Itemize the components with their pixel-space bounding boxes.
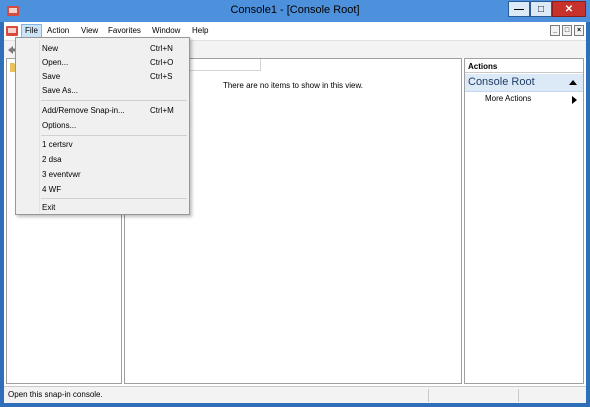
mdi-controls: _ □ × bbox=[550, 25, 584, 36]
submenu-arrow-icon bbox=[572, 96, 577, 104]
action-label: More Actions bbox=[485, 94, 532, 103]
actions-pane: Actions Console Root More Actions bbox=[464, 58, 584, 384]
mdi-close-button[interactable]: × bbox=[574, 25, 584, 36]
menu-item-label: Add/Remove Snap-in... bbox=[42, 106, 125, 115]
menu-item-shortcut: Ctrl+S bbox=[150, 72, 173, 81]
menu-item-label: 2 dsa bbox=[42, 155, 62, 164]
menu-item-save[interactable]: Save Ctrl+S bbox=[18, 70, 187, 84]
menu-item-label: 4 WF bbox=[42, 185, 62, 194]
menu-file[interactable]: File bbox=[21, 24, 42, 38]
menu-help[interactable]: Help bbox=[189, 25, 211, 39]
mmc-doc-icon[interactable] bbox=[6, 25, 18, 37]
collapse-icon[interactable] bbox=[569, 80, 577, 85]
menu-item-shortcut: Ctrl+O bbox=[150, 58, 174, 67]
maximize-button[interactable]: □ bbox=[530, 1, 552, 17]
menu-item-recent-2[interactable]: 2 dsa bbox=[18, 153, 187, 167]
menu-item-open[interactable]: Open... Ctrl+O bbox=[18, 56, 187, 70]
menu-item-shortcut: Ctrl+N bbox=[150, 44, 173, 53]
actions-section-console-root[interactable]: Console Root bbox=[465, 74, 583, 92]
menu-item-recent-4[interactable]: 4 WF bbox=[18, 183, 187, 197]
menu-item-label: Save bbox=[42, 72, 61, 81]
menu-separator bbox=[41, 198, 187, 199]
menu-item-label: 3 eventvwr bbox=[42, 170, 81, 179]
menu-item-label: Options... bbox=[42, 121, 77, 130]
menu-separator bbox=[41, 135, 187, 136]
mdi-minimize-button[interactable]: _ bbox=[550, 25, 560, 36]
action-more-actions[interactable]: More Actions bbox=[465, 94, 583, 107]
menu-item-exit[interactable]: Exit bbox=[18, 201, 187, 215]
close-button[interactable]: ✕ bbox=[552, 1, 586, 17]
status-bar: Open this snap-in console. bbox=[4, 386, 586, 403]
menu-item-recent-1[interactable]: 1 certsrv bbox=[18, 138, 187, 152]
menu-item-recent-3[interactable]: 3 eventvwr bbox=[18, 168, 187, 182]
status-divider bbox=[518, 389, 519, 402]
status-divider bbox=[428, 389, 429, 402]
minimize-button[interactable]: — bbox=[508, 1, 530, 17]
menu-item-shortcut: Ctrl+M bbox=[150, 106, 174, 115]
title-bar[interactable]: Console1 - [Console Root] — □ ✕ bbox=[0, 0, 590, 22]
file-menu-dropdown: New Ctrl+N Open... Ctrl+O Save Ctrl+S Sa… bbox=[15, 37, 190, 215]
status-text: Open this snap-in console. bbox=[8, 390, 103, 399]
mdi-restore-button[interactable]: □ bbox=[562, 25, 572, 36]
menu-item-add-remove-snap-in[interactable]: Add/Remove Snap-in... Ctrl+M bbox=[18, 104, 187, 118]
actions-section-label: Console Root bbox=[468, 76, 535, 88]
menu-item-options[interactable]: Options... bbox=[18, 119, 187, 133]
menu-separator bbox=[41, 100, 187, 101]
menu-item-label: Save As... bbox=[42, 86, 79, 95]
menu-item-label: Open... bbox=[42, 58, 69, 67]
menu-item-label: New bbox=[42, 44, 59, 53]
actions-header: Actions bbox=[465, 59, 583, 73]
menu-item-label: Exit bbox=[42, 203, 56, 212]
menu-item-new[interactable]: New Ctrl+N bbox=[18, 42, 187, 56]
menu-item-save-as[interactable]: Save As... bbox=[18, 84, 187, 98]
menu-item-label: 1 certsrv bbox=[42, 140, 73, 149]
window-title: Console1 - [Console Root] bbox=[230, 4, 360, 16]
